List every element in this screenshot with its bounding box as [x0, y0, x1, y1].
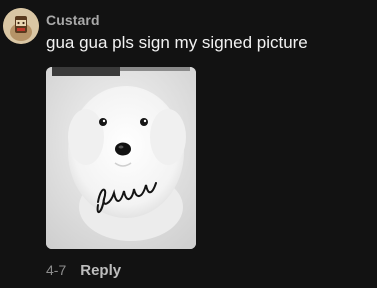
comment-date: 4-7 [46, 262, 67, 278]
attached-photo[interactable] [46, 67, 196, 249]
avatar[interactable] [3, 8, 39, 44]
comment-item: Custard gua gua pls sign my signed pictu… [0, 0, 377, 288]
comment-text: gua gua pls sign my signed picture [46, 33, 308, 52]
reply-button[interactable]: Reply [80, 262, 121, 279]
username[interactable]: Custard [46, 12, 100, 28]
comment-footer: 4-7 Reply [46, 262, 121, 279]
